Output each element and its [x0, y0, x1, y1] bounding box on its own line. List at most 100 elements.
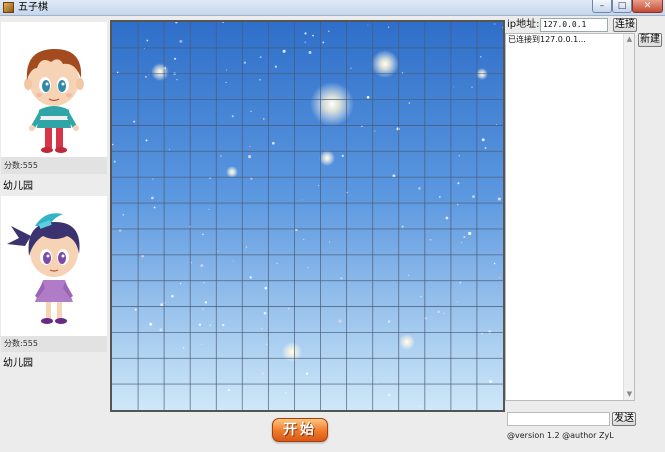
star — [176, 79, 178, 81]
star — [484, 147, 487, 150]
star — [179, 282, 182, 285]
ip-address-input[interactable]: 127.0.0.1 — [540, 18, 608, 32]
player2-avatar-panel — [1, 196, 107, 348]
star — [387, 320, 391, 323]
star — [459, 281, 462, 284]
star — [282, 49, 286, 53]
star — [328, 30, 330, 33]
star — [171, 295, 174, 298]
star — [408, 274, 410, 276]
star — [302, 199, 303, 201]
star — [203, 282, 205, 284]
star — [243, 61, 247, 64]
star — [208, 208, 210, 210]
star — [287, 307, 290, 310]
star — [204, 301, 208, 304]
star — [408, 102, 411, 104]
star — [113, 160, 116, 163]
star — [472, 195, 475, 199]
chat-scrollbar[interactable]: ▲ ▼ — [623, 34, 634, 400]
star — [263, 311, 267, 315]
star — [453, 86, 455, 88]
star — [419, 406, 421, 408]
star — [264, 286, 268, 290]
player2-level: 幼儿园 — [3, 358, 33, 369]
star — [461, 242, 463, 243]
star — [463, 235, 466, 239]
star — [198, 323, 202, 326]
star — [232, 260, 234, 262]
star — [376, 381, 378, 384]
close-button[interactable]: ✕ — [632, 0, 663, 13]
minimize-button[interactable]: – — [592, 0, 612, 13]
star — [200, 264, 204, 268]
player2-info: 分数:555 — [1, 336, 107, 352]
player1-level: 幼儿园 — [3, 181, 33, 192]
star — [456, 301, 458, 303]
player2-score: 分数:555 — [4, 339, 38, 348]
star — [145, 139, 148, 142]
star — [271, 141, 275, 145]
star — [202, 308, 204, 310]
new-game-button[interactable]: 新建 — [638, 33, 662, 47]
bright-star — [282, 342, 302, 362]
board-grid[interactable] — [112, 22, 503, 410]
star — [496, 124, 498, 126]
star — [145, 76, 147, 78]
star — [179, 39, 183, 43]
star — [217, 250, 219, 252]
close-icon: ✕ — [643, 1, 652, 11]
star — [493, 262, 496, 265]
star — [350, 67, 352, 69]
star — [494, 23, 496, 25]
star — [471, 86, 473, 88]
star — [226, 69, 228, 71]
star — [479, 55, 482, 58]
player1-score: 分数:555 — [4, 161, 38, 170]
girl-avatar — [7, 213, 80, 324]
star — [222, 323, 225, 327]
send-button[interactable]: 发送 — [612, 412, 636, 426]
star — [468, 231, 472, 236]
scroll-down-icon[interactable]: ▼ — [625, 390, 634, 399]
connect-button[interactable]: 连接 — [613, 18, 637, 32]
star — [341, 154, 344, 158]
chat-log[interactable]: 已连接到127.0.0.1... ▲ ▼ — [505, 33, 635, 401]
star — [225, 81, 227, 84]
start-button[interactable]: 开始 — [272, 418, 328, 442]
star — [387, 26, 390, 28]
message-input[interactable] — [507, 412, 610, 426]
star — [173, 57, 177, 60]
star — [457, 203, 459, 206]
maximize-button[interactable]: □ — [612, 0, 632, 13]
star — [160, 303, 164, 307]
window-title: 五子棋 — [18, 2, 48, 13]
star — [168, 398, 170, 400]
star — [149, 322, 153, 326]
star — [133, 120, 136, 123]
star — [191, 262, 193, 264]
boy-avatar — [24, 48, 84, 153]
star — [340, 277, 343, 280]
star — [481, 138, 485, 142]
star — [322, 41, 325, 44]
star — [259, 56, 262, 59]
star — [263, 118, 265, 120]
star — [501, 27, 503, 28]
star — [458, 155, 460, 157]
game-board[interactable] — [110, 20, 505, 412]
star — [116, 71, 119, 74]
star — [118, 229, 122, 232]
star — [249, 145, 251, 148]
gobang-app-icon — [3, 2, 14, 13]
scroll-up-icon[interactable]: ▲ — [625, 35, 634, 44]
bright-star — [319, 150, 335, 166]
star — [304, 32, 307, 35]
star — [159, 328, 163, 332]
star — [209, 324, 212, 326]
star — [438, 195, 441, 198]
star — [261, 372, 265, 375]
bright-star — [151, 63, 169, 81]
version-footer: @version 1.2 @author ZyL — [507, 431, 614, 440]
bright-star — [226, 166, 238, 178]
